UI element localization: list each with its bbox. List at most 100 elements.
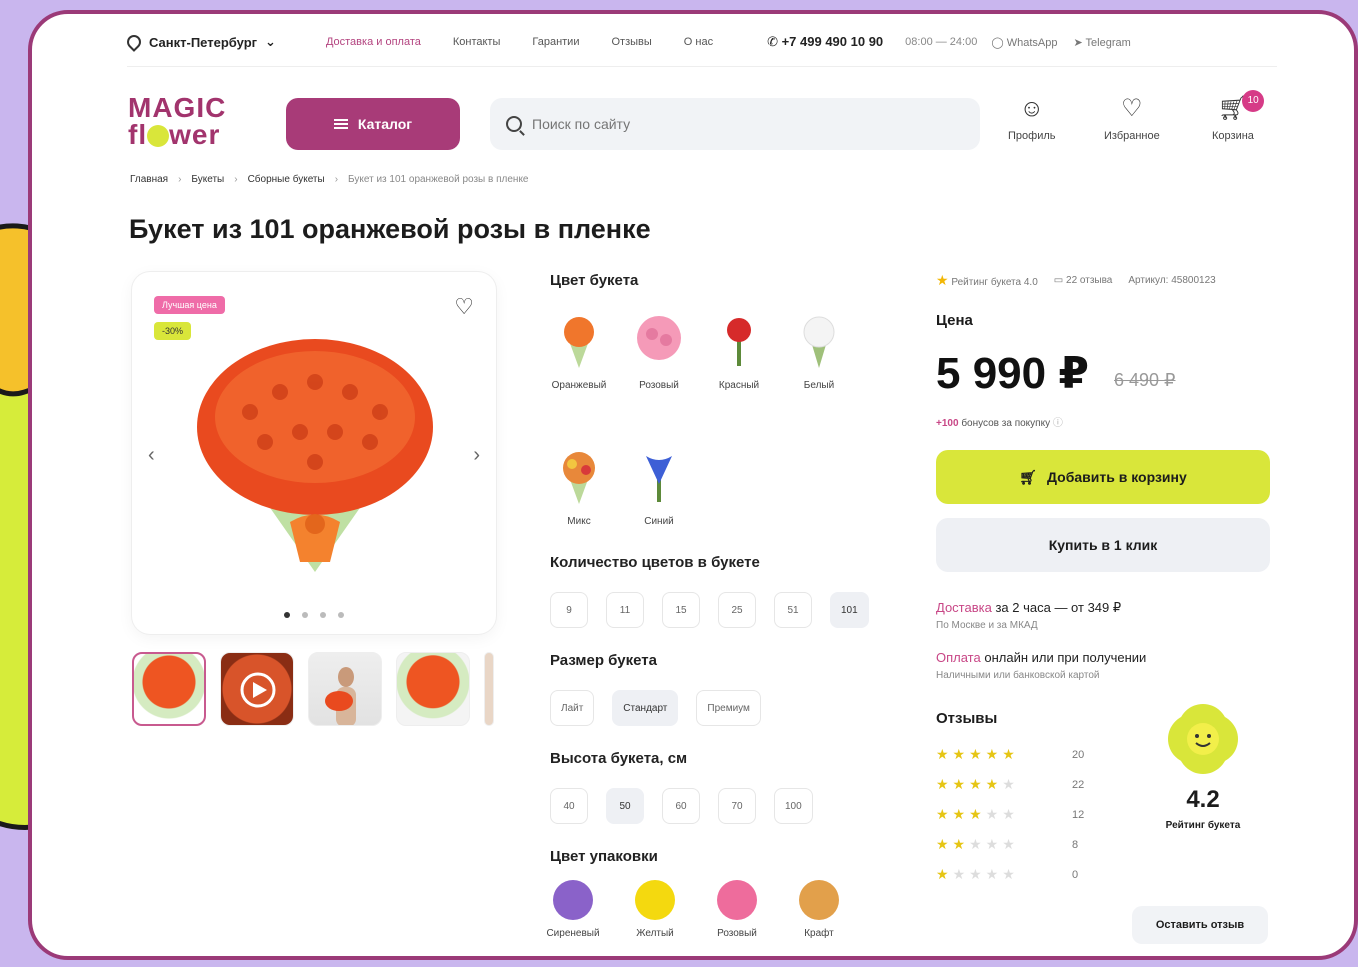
- gallery-dot[interactable]: [284, 612, 290, 618]
- color-option-white[interactable]: Белый: [790, 310, 848, 391]
- whatsapp-link[interactable]: ◯ WhatsApp: [991, 36, 1057, 49]
- add-to-cart-button[interactable]: 🛒︎ Добавить в корзину: [936, 450, 1270, 504]
- heart-icon: ♡: [1121, 95, 1143, 122]
- height-option[interactable]: 70: [718, 788, 756, 824]
- product-meta: ★ Рейтинг букета 4.0 ▭ 22 отзыва Артикул…: [936, 272, 1216, 289]
- city-selector[interactable]: Санкт-Петербург ⌄: [124, 32, 276, 52]
- gallery-dot[interactable]: [338, 612, 344, 618]
- breadcrumb-home[interactable]: Главная: [130, 174, 168, 185]
- current-price: 5 990 ₽: [936, 349, 1089, 398]
- top-nav-guarantees[interactable]: Гарантии: [532, 36, 579, 48]
- breadcrumb-bouquets[interactable]: Букеты: [191, 174, 224, 185]
- rating-row[interactable]: ★★★★★ 0: [936, 866, 1084, 883]
- flower-count-title: Количество цветов в букете: [550, 554, 760, 571]
- size-option-standard[interactable]: Стандарт: [612, 690, 679, 726]
- rating-row[interactable]: ★★★★★ 12: [936, 806, 1084, 823]
- color-option-pink[interactable]: Розовый: [630, 310, 688, 391]
- menu-icon: [333, 119, 348, 129]
- catalog-button[interactable]: Каталог: [286, 98, 460, 150]
- cart-icon: 🛒︎ 10: [1218, 90, 1265, 122]
- size-option-premium[interactable]: Премиум: [696, 690, 761, 726]
- height-option-selected[interactable]: 50: [606, 788, 644, 824]
- price-label: Цена: [936, 312, 973, 329]
- breadcrumb-current: Букет из 101 оранжевой розы в пленке: [348, 174, 529, 185]
- buy-one-click-button[interactable]: Купить в 1 клик: [936, 518, 1270, 572]
- working-hours: 08:00 — 24:00: [905, 36, 978, 48]
- thumbnail-4[interactable]: [396, 652, 470, 726]
- favorites-label: Избранное: [1104, 130, 1160, 142]
- logo-smile-icon: [147, 125, 170, 147]
- cart-label: Корзина: [1212, 130, 1254, 142]
- gallery-dot[interactable]: [320, 612, 326, 618]
- favorites-button[interactable]: ♡ Избранное: [1104, 95, 1160, 143]
- cart-button[interactable]: 🛒︎ 10 Корзина: [1212, 90, 1265, 142]
- count-option-selected[interactable]: 101: [830, 592, 869, 628]
- profile-icon: ☺: [1019, 95, 1044, 122]
- rating-row[interactable]: ★★★★★ 20: [936, 746, 1084, 763]
- breadcrumb-mixed-bouquets[interactable]: Сборные букеты: [248, 174, 325, 185]
- stars-1: ★★★★★: [936, 866, 1019, 882]
- payment-link[interactable]: Оплата: [936, 650, 981, 665]
- payment-info: Оплата онлайн или при получении: [936, 650, 1147, 665]
- wrap-color-options: Сиреневый Желтый Розовый Крафт: [546, 880, 842, 939]
- site-logo[interactable]: MAGIC fl wer: [128, 94, 226, 149]
- profile-button[interactable]: ☺ Профиль: [1008, 95, 1056, 143]
- wrap-color-title: Цвет упаковки: [550, 848, 658, 865]
- height-option[interactable]: 40: [550, 788, 588, 824]
- wrap-option-lilac[interactable]: Сиреневый: [546, 880, 600, 939]
- color-option-orange[interactable]: Оранжевый: [550, 310, 608, 391]
- rating-summary: ★ Рейтинг букета 4.0: [936, 272, 1038, 288]
- size-option-light[interactable]: Лайт: [550, 690, 595, 726]
- reviews-title: Отзывы: [936, 710, 998, 727]
- count-option[interactable]: 15: [662, 592, 700, 628]
- gallery-dot[interactable]: [302, 612, 308, 618]
- rating-row[interactable]: ★★★★★ 22: [936, 776, 1084, 793]
- bouquet-size-options: Лайт Стандарт Премиум: [550, 690, 761, 726]
- search-icon[interactable]: [506, 116, 522, 132]
- bouquet-color-options: Оранжевый Розовый Красный Белый: [550, 310, 848, 391]
- color-option-blue[interactable]: Синий: [630, 446, 688, 527]
- catalog-button-label: Каталог: [357, 116, 413, 132]
- bouquet-size-title: Размер букета: [550, 652, 657, 669]
- top-nav-reviews[interactable]: Отзывы: [611, 36, 651, 48]
- add-to-favorites-heart-icon[interactable]: ♡: [454, 294, 474, 320]
- height-option[interactable]: 100: [774, 788, 813, 824]
- cart-count-badge: 10: [1242, 90, 1265, 112]
- height-option[interactable]: 60: [662, 788, 700, 824]
- thumbnail-video[interactable]: [220, 652, 294, 726]
- comment-icon: ▭: [1053, 275, 1067, 286]
- count-option[interactable]: 11: [606, 592, 644, 628]
- reviews-link[interactable]: ▭ 22 отзыва: [1054, 275, 1113, 286]
- search-input[interactable]: [532, 116, 952, 132]
- top-nav-delivery[interactable]: Доставка и оплата: [326, 36, 421, 48]
- color-option-mix[interactable]: Микс: [550, 446, 608, 527]
- count-option[interactable]: 51: [774, 592, 812, 628]
- color-option-red[interactable]: Красный: [710, 310, 768, 391]
- wrap-option-kraft[interactable]: Крафт: [796, 880, 842, 939]
- delivery-link[interactable]: Доставка: [936, 600, 992, 615]
- bouquet-height-options: 40 50 60 70 100: [550, 788, 813, 824]
- rating-row[interactable]: ★★★★★ 8: [936, 836, 1084, 853]
- telegram-link[interactable]: ➤ Telegram: [1073, 36, 1130, 49]
- wrap-option-pink[interactable]: Розовый: [714, 880, 760, 939]
- stars-5: ★★★★★: [936, 746, 1019, 762]
- gallery-next-arrow-icon[interactable]: ›: [473, 444, 480, 467]
- thumbnail-3[interactable]: [308, 652, 382, 726]
- telegram-icon: ➤: [1073, 36, 1086, 49]
- header-divider: [127, 66, 1277, 67]
- thumbnail-1[interactable]: [132, 652, 206, 726]
- top-nav-about[interactable]: О нас: [684, 36, 713, 48]
- count-option[interactable]: 9: [550, 592, 588, 628]
- phone-number[interactable]: ✆ +7 499 490 10 90: [767, 34, 883, 50]
- thumbnail-5[interactable]: [484, 652, 494, 726]
- leave-review-button[interactable]: Оставить отзыв: [1132, 906, 1268, 944]
- whatsapp-icon: ◯: [991, 36, 1007, 49]
- search-bar: [490, 98, 980, 150]
- info-icon[interactable]: ⓘ: [1053, 418, 1063, 429]
- wrap-option-yellow[interactable]: Желтый: [632, 880, 678, 939]
- gallery-prev-arrow-icon[interactable]: ‹: [148, 444, 155, 467]
- count-option[interactable]: 25: [718, 592, 756, 628]
- stars-4: ★★★★★: [936, 776, 1019, 792]
- top-nav-contacts[interactable]: Контакты: [453, 36, 501, 48]
- gallery-thumbnails: [132, 652, 494, 726]
